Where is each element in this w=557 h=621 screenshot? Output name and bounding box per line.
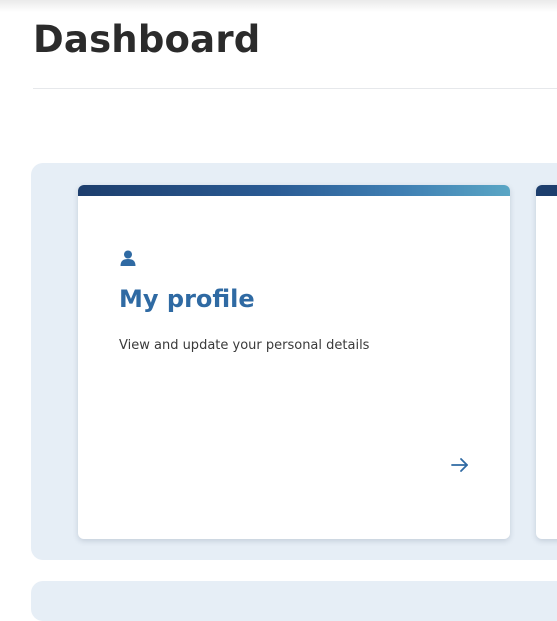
card-description: View and update your personal details — [119, 338, 370, 353]
card-accent-bar — [536, 185, 557, 196]
dashboard-cards-panel: My profile View and update your personal… — [31, 163, 557, 560]
next-card[interactable] — [536, 185, 557, 539]
card-title[interactable]: My profile — [119, 285, 255, 313]
arrow-right-icon[interactable] — [449, 454, 471, 476]
top-divider — [0, 0, 557, 12]
card-accent-bar — [78, 185, 510, 196]
my-profile-card[interactable]: My profile View and update your personal… — [78, 185, 510, 539]
secondary-panel — [31, 581, 557, 621]
title-divider — [33, 88, 557, 89]
user-icon — [119, 249, 137, 267]
page-title: Dashboard — [33, 18, 261, 61]
